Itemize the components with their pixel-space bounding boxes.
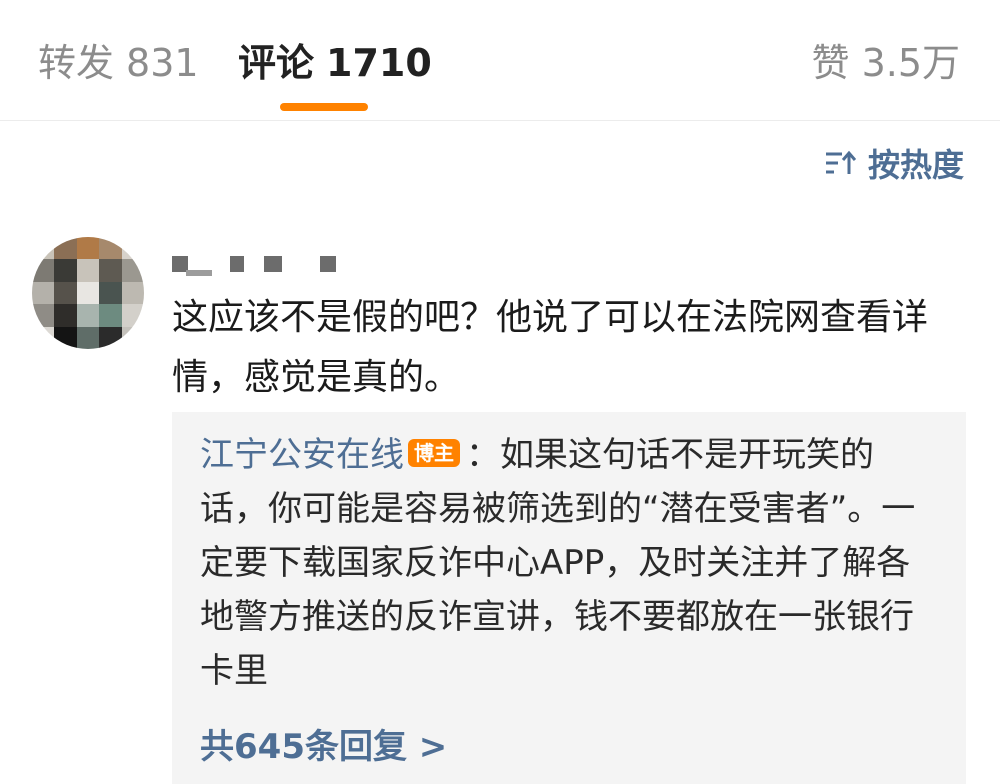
username-redacted[interactable] — [172, 256, 362, 278]
tab-comments-label: 评论 — [238, 41, 315, 85]
tab-repost-label: 转发 — [38, 41, 115, 85]
reply-separator: ： — [466, 435, 500, 475]
tab-repost[interactable]: 转发 831 — [38, 38, 199, 88]
reply-author[interactable]: 江宁公安在线 — [200, 435, 404, 475]
reply-content: 江宁公安在线 博主 ：如果这句话不是开玩笑的话，你可能是容易被筛选到的“潜在受害者”… — [200, 428, 940, 698]
author-badge: 博主 — [408, 439, 460, 467]
tab-comments-count: 1710 — [326, 41, 432, 85]
tab-comments[interactable]: 评论 1710 — [238, 38, 432, 88]
sort-by-hot-button[interactable]: 按热度 — [824, 140, 964, 186]
tab-likes[interactable]: 赞 3.5万 — [812, 38, 960, 88]
sort-icon — [825, 150, 856, 174]
tab-likes-count: 3.5万 — [861, 41, 960, 85]
tab-likes-label: 赞 — [811, 41, 850, 85]
tab-bar: 转发 831 评论 1710 赞 3.5万 — [0, 0, 1000, 121]
active-tab-indicator — [280, 103, 368, 111]
comment-text: 这应该不是假的吧？他说了可以在法院网查看详情，感觉是真的。 — [172, 297, 929, 398]
view-more-replies-link[interactable]: 共645条回复 > — [200, 722, 447, 772]
reply-preview[interactable]: 江宁公安在线 博主 ：如果这句话不是开玩笑的话，你可能是容易被筛选到的“潜在受害者”… — [172, 412, 966, 784]
sort-label: 按热度 — [867, 146, 964, 184]
tab-repost-count: 831 — [126, 41, 199, 85]
avatar[interactable] — [32, 237, 144, 349]
